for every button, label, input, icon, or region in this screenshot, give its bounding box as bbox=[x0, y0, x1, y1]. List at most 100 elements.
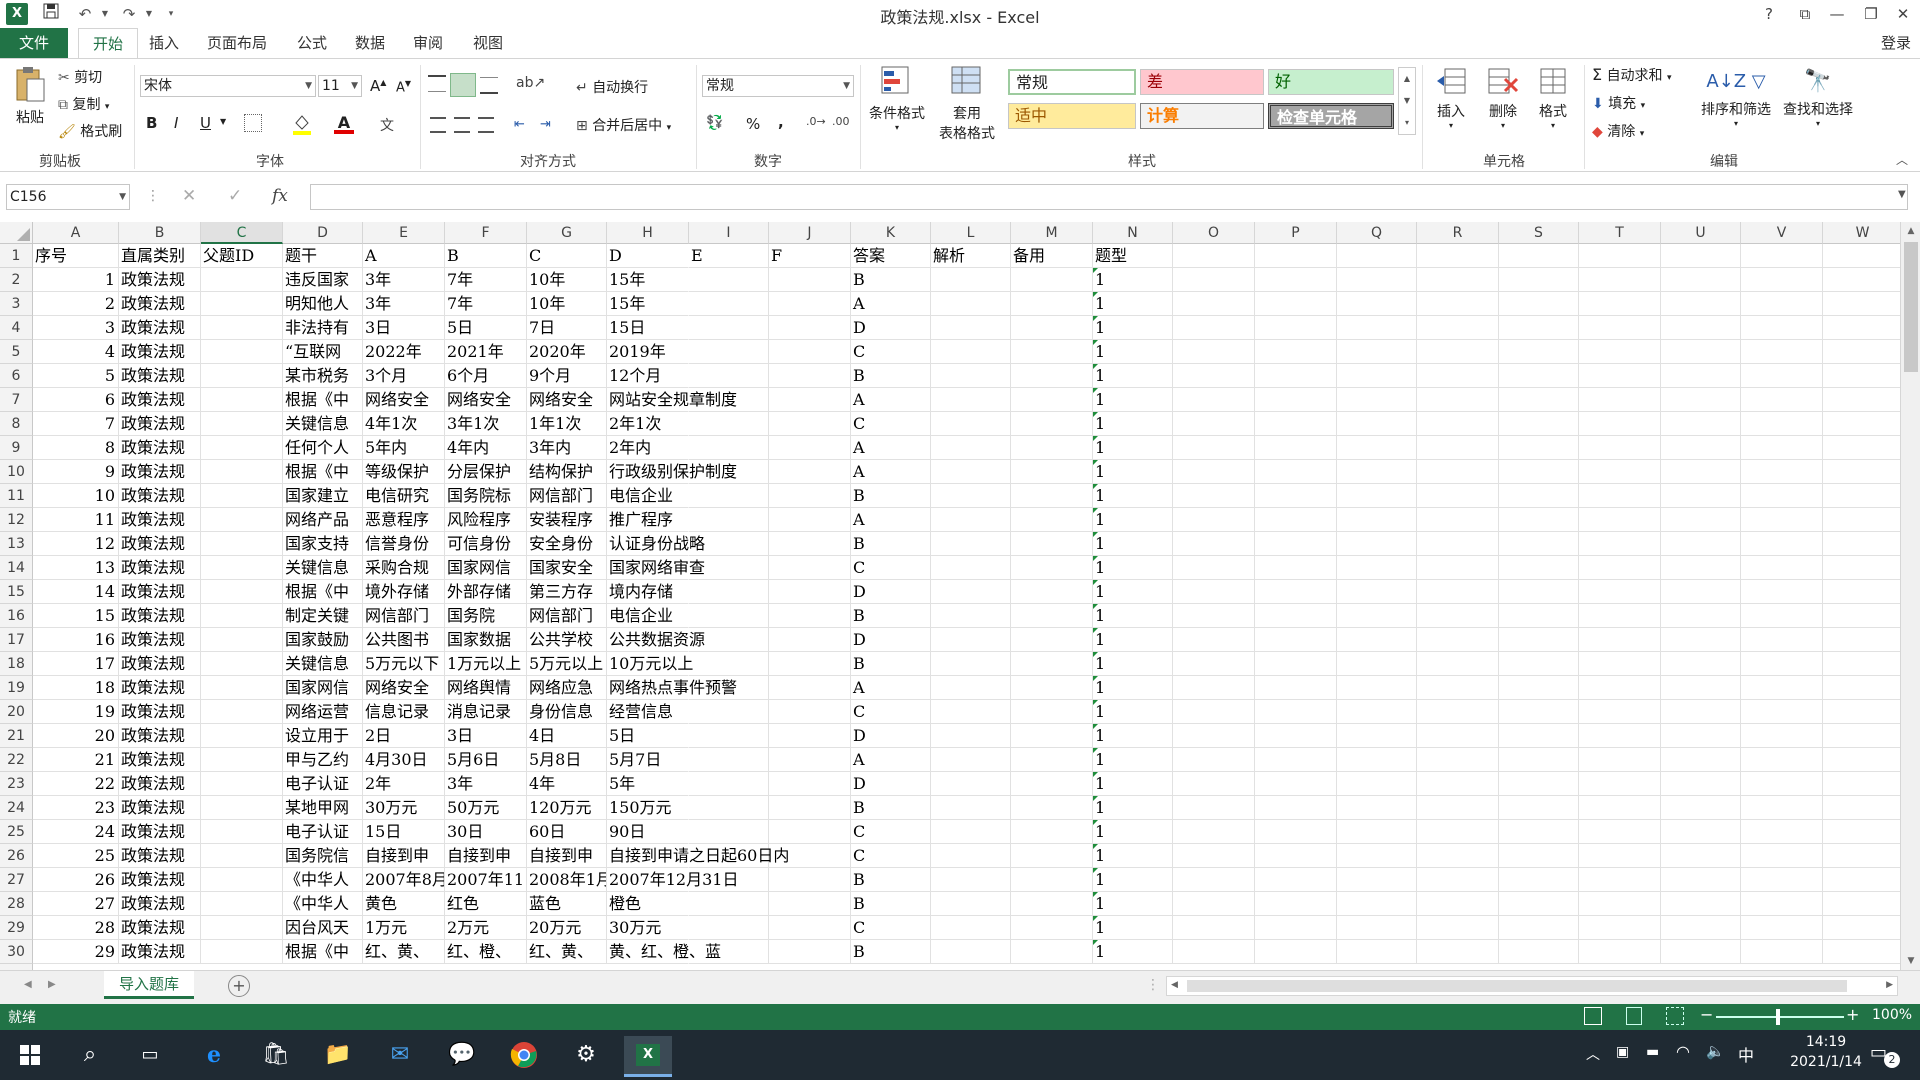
cell[interactable] bbox=[1823, 364, 1900, 388]
cell[interactable]: 2年1次 bbox=[607, 412, 689, 436]
cell[interactable] bbox=[1011, 748, 1093, 772]
cell[interactable]: 2022年 bbox=[363, 340, 445, 364]
zoom-out-button[interactable]: − bbox=[1700, 1005, 1713, 1024]
row-header[interactable]: 3 bbox=[0, 292, 33, 316]
cell[interactable] bbox=[1337, 748, 1417, 772]
cell[interactable] bbox=[1173, 388, 1255, 412]
cell[interactable] bbox=[1337, 388, 1417, 412]
cell[interactable] bbox=[931, 916, 1011, 940]
cell[interactable]: 政策法规 bbox=[119, 556, 201, 580]
cell[interactable] bbox=[1823, 628, 1900, 652]
wechat-icon[interactable]: 💬 bbox=[438, 1036, 486, 1074]
cell[interactable]: 15年 bbox=[607, 292, 689, 316]
cell[interactable] bbox=[931, 340, 1011, 364]
login-link[interactable]: 登录 bbox=[1874, 28, 1918, 58]
cell[interactable] bbox=[1741, 604, 1823, 628]
cell[interactable]: 15年 bbox=[607, 268, 689, 292]
cell[interactable]: 外部存储 bbox=[445, 580, 527, 604]
cell[interactable] bbox=[1661, 892, 1741, 916]
cell[interactable] bbox=[1741, 844, 1823, 868]
cell[interactable]: 网络应急 bbox=[527, 676, 607, 700]
cell[interactable]: 3年 bbox=[363, 268, 445, 292]
find-select-button[interactable]: 🔭 查找和选择 ▾ bbox=[1776, 65, 1860, 128]
cell[interactable]: 12个月 bbox=[607, 364, 689, 388]
row-header[interactable]: 19 bbox=[0, 676, 33, 700]
cell[interactable]: 1 bbox=[1093, 844, 1173, 868]
cell[interactable]: 1 bbox=[1093, 748, 1173, 772]
windows-start-icon[interactable] bbox=[6, 1036, 54, 1074]
cell[interactable]: B bbox=[851, 484, 931, 508]
cell[interactable]: 根据《中 bbox=[283, 460, 363, 484]
cell[interactable] bbox=[1255, 748, 1337, 772]
cell[interactable]: 1 bbox=[1093, 340, 1173, 364]
cell[interactable] bbox=[1823, 700, 1900, 724]
cell[interactable] bbox=[1255, 868, 1337, 892]
cell[interactable] bbox=[1823, 340, 1900, 364]
cell[interactable] bbox=[1579, 532, 1661, 556]
cell[interactable]: 1 bbox=[1093, 460, 1173, 484]
cell[interactable]: 27 bbox=[33, 892, 119, 916]
fill-color-icon[interactable] bbox=[292, 113, 312, 135]
cell[interactable] bbox=[1417, 892, 1499, 916]
chrome-icon[interactable] bbox=[500, 1036, 548, 1074]
hscroll-thumb[interactable] bbox=[1187, 980, 1847, 992]
underline-button[interactable]: U bbox=[200, 114, 211, 132]
style-normal[interactable]: 常规 bbox=[1008, 69, 1136, 95]
cell[interactable] bbox=[769, 292, 851, 316]
cell[interactable] bbox=[1579, 244, 1661, 268]
shrink-font-button[interactable]: A▼ bbox=[396, 79, 411, 95]
cell[interactable]: 1 bbox=[1093, 796, 1173, 820]
column-header-q[interactable]: Q bbox=[1337, 222, 1417, 244]
cell[interactable]: 公共学校 bbox=[527, 628, 607, 652]
cell[interactable]: 国家鼓励 bbox=[283, 628, 363, 652]
cell[interactable] bbox=[1579, 508, 1661, 532]
cell[interactable]: 信息记录 bbox=[363, 700, 445, 724]
cell[interactable] bbox=[1337, 532, 1417, 556]
cell[interactable] bbox=[1499, 700, 1579, 724]
cell[interactable]: 11 bbox=[33, 508, 119, 532]
cell[interactable] bbox=[689, 484, 769, 508]
cell[interactable]: C bbox=[851, 844, 931, 868]
cell[interactable] bbox=[1173, 268, 1255, 292]
cell[interactable] bbox=[1499, 652, 1579, 676]
cell[interactable] bbox=[1173, 820, 1255, 844]
cell[interactable] bbox=[1417, 676, 1499, 700]
cell[interactable]: 1 bbox=[1093, 940, 1173, 964]
cell[interactable]: 政策法规 bbox=[119, 820, 201, 844]
cell[interactable]: 政策法规 bbox=[119, 628, 201, 652]
cell[interactable] bbox=[1579, 364, 1661, 388]
cell[interactable]: 150万元 bbox=[607, 796, 689, 820]
close-button[interactable]: ✕ bbox=[1888, 2, 1918, 26]
cell[interactable] bbox=[1661, 460, 1741, 484]
cell[interactable]: 21 bbox=[33, 748, 119, 772]
tab-view[interactable]: 视图 bbox=[466, 28, 510, 58]
cell[interactable] bbox=[1661, 940, 1741, 964]
cell[interactable] bbox=[1499, 292, 1579, 316]
cell[interactable] bbox=[769, 892, 851, 916]
row-header[interactable]: 8 bbox=[0, 412, 33, 436]
cell[interactable] bbox=[1255, 628, 1337, 652]
cell[interactable] bbox=[1337, 436, 1417, 460]
cell[interactable] bbox=[1417, 844, 1499, 868]
cell[interactable] bbox=[1417, 628, 1499, 652]
cell[interactable]: B bbox=[851, 532, 931, 556]
cell[interactable]: 父题ID bbox=[201, 244, 283, 268]
row-header[interactable]: 4 bbox=[0, 316, 33, 340]
cell[interactable]: 1年1次 bbox=[527, 412, 607, 436]
clock-time[interactable]: 14:19 bbox=[1786, 1034, 1866, 1050]
cell[interactable]: 2年 bbox=[363, 772, 445, 796]
cell[interactable]: 制定关键 bbox=[283, 604, 363, 628]
cell[interactable] bbox=[1255, 676, 1337, 700]
cell[interactable]: 政策法规 bbox=[119, 364, 201, 388]
cell[interactable]: 答案 bbox=[851, 244, 931, 268]
cell[interactable] bbox=[201, 916, 283, 940]
cell[interactable]: 甲与乙约 bbox=[283, 748, 363, 772]
cell[interactable] bbox=[1337, 628, 1417, 652]
styles-scroll[interactable]: ▲ ▼ ▾ bbox=[1398, 67, 1416, 135]
cell[interactable] bbox=[1337, 340, 1417, 364]
cell[interactable]: 2年内 bbox=[607, 436, 689, 460]
copy-button[interactable]: ⧉ 复制 ▾ bbox=[58, 94, 109, 114]
cell[interactable] bbox=[201, 940, 283, 964]
cell[interactable] bbox=[931, 484, 1011, 508]
cell[interactable]: 某地甲网 bbox=[283, 796, 363, 820]
